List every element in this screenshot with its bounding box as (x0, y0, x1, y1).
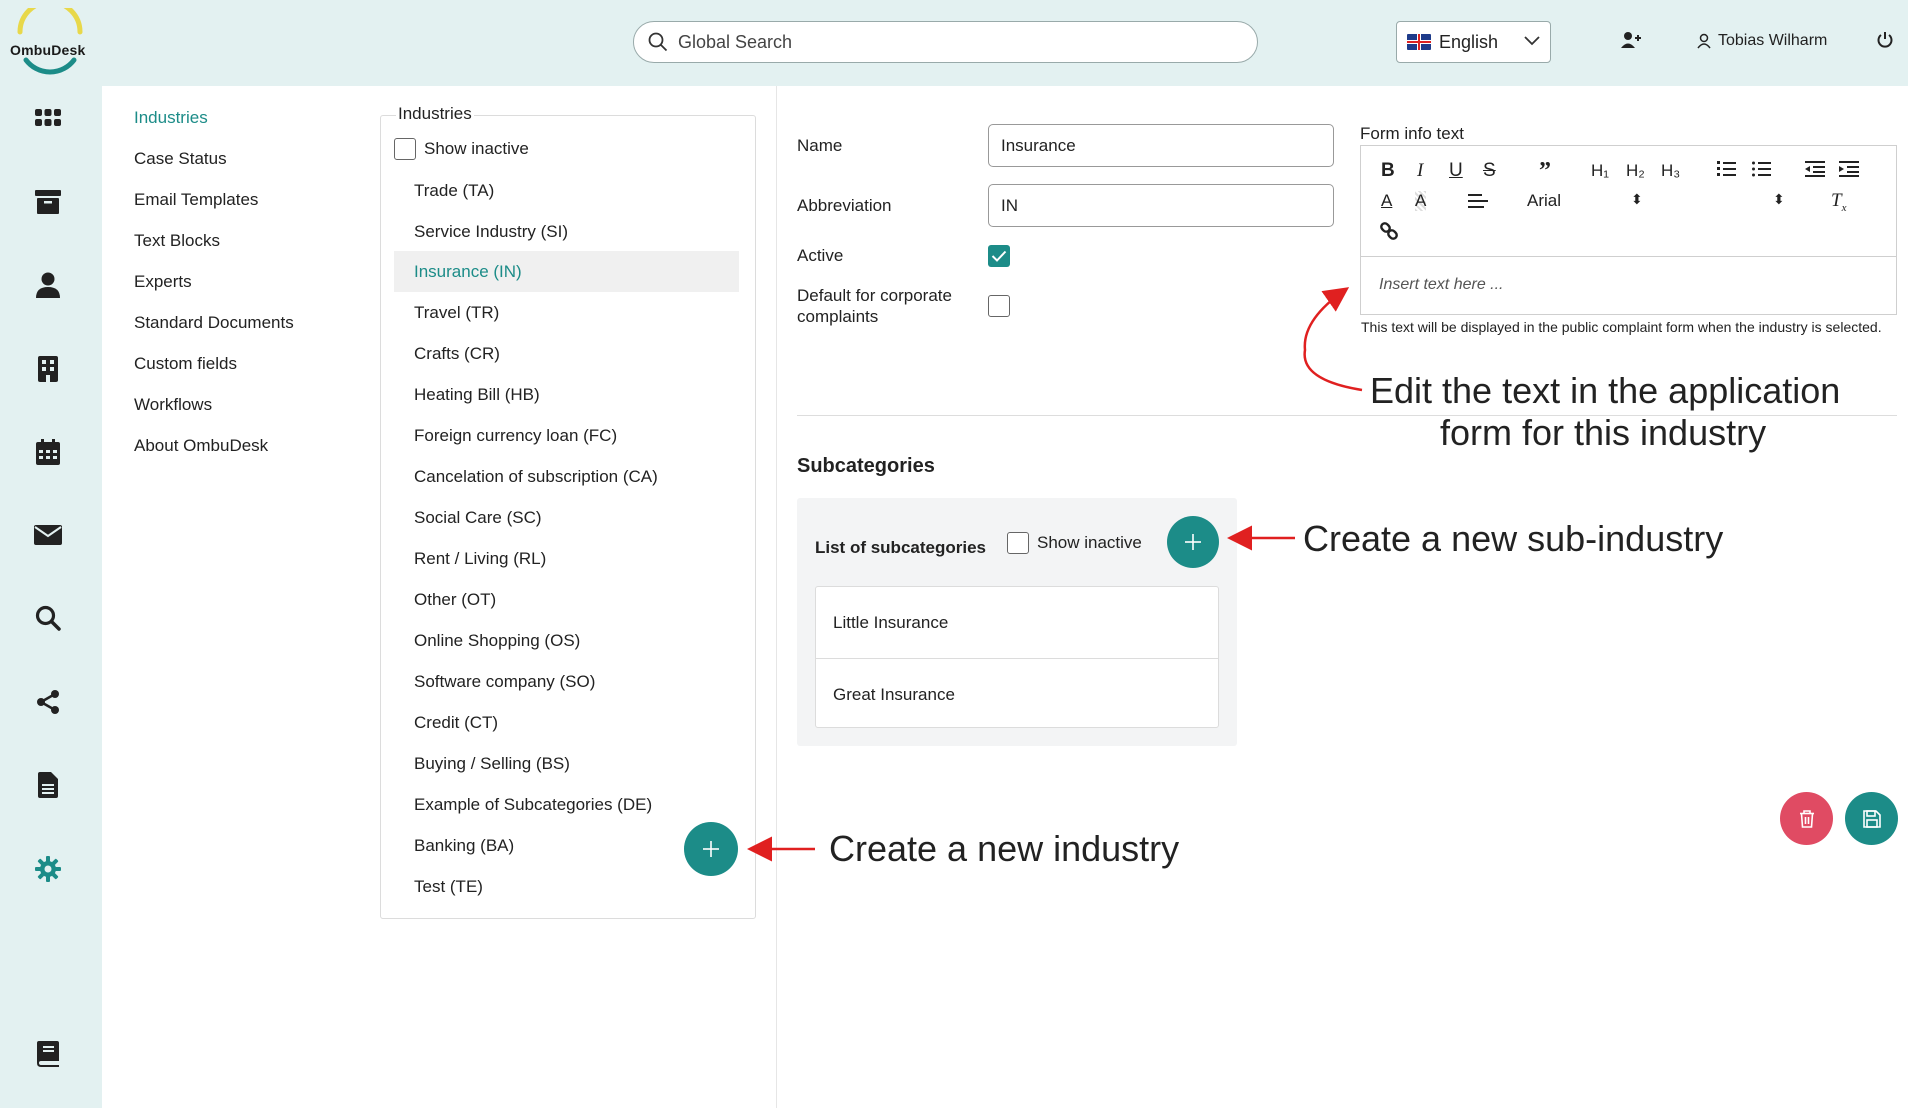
annotation-edit-text-line1: Edit the text in the application (1370, 370, 1841, 411)
annotation-new-industry: Create a new industry (829, 828, 1180, 869)
annotation-edit-text-line2: form for this industry (1440, 412, 1767, 453)
annotation-new-sub-industry: Create a new sub-industry (1303, 518, 1724, 559)
